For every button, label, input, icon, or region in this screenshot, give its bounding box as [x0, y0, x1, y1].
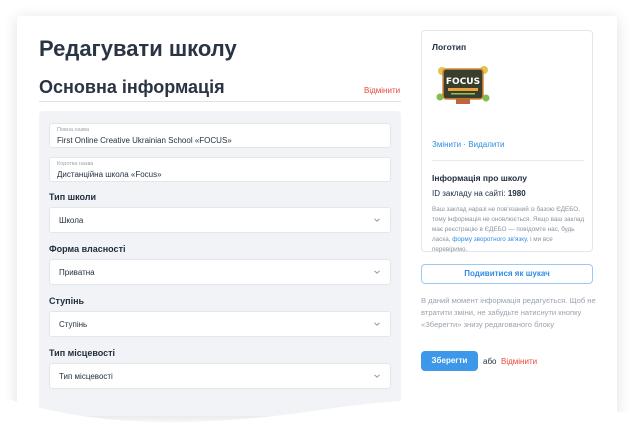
- change-logo-link[interactable]: Змінити: [432, 140, 461, 149]
- preview-as-searcher-button[interactable]: Подивитися як шукач: [421, 264, 593, 284]
- page-title: Редагувати школу: [39, 36, 237, 61]
- short-name-field[interactable]: Коротка назва Дистанційна школа «Focus»: [49, 157, 391, 182]
- level-value: Ступінь: [59, 320, 88, 329]
- edebo-note: Ваш заклад наразі не пов'язаний із базою…: [432, 205, 588, 255]
- chevron-down-icon: [374, 322, 380, 326]
- site-id: ID закладу на сайті: 1980: [432, 189, 526, 198]
- level-label: Ступінь: [49, 296, 85, 306]
- school-logo: FOCUS: [436, 66, 490, 104]
- short-name-label: Коротка назва: [57, 161, 94, 167]
- school-type-select[interactable]: Школа: [49, 207, 391, 233]
- level-select[interactable]: Ступінь: [49, 311, 391, 337]
- chevron-down-icon: [374, 218, 380, 222]
- ownership-select[interactable]: Приватна: [49, 259, 391, 285]
- school-type-value: Школа: [59, 216, 84, 225]
- feedback-form-link[interactable]: форму зворотного зв'язку: [452, 236, 526, 243]
- school-type-label: Тип школи: [49, 192, 97, 202]
- logo-actions: Змінити · Видалити: [432, 140, 504, 149]
- chevron-down-icon: [374, 374, 380, 378]
- bottom-wave-decoration: [0, 396, 644, 444]
- section-divider: [39, 101, 401, 102]
- locality-value: Тип місцевості: [59, 372, 113, 381]
- ownership-value: Приватна: [59, 268, 95, 277]
- sidebar-divider: [432, 160, 584, 161]
- save-button[interactable]: Зберегти: [421, 351, 478, 371]
- editing-notice: В даний момент інформація редагується. Щ…: [421, 296, 596, 329]
- cancel-link-bottom[interactable]: Відмінити: [501, 357, 537, 366]
- logo-heading: Логотип: [432, 42, 467, 52]
- logo-text: FOCUS: [446, 77, 480, 87]
- info-heading: Інформація про школу: [432, 173, 528, 183]
- main-info-form: Повна назва First Online Creative Ukrain…: [39, 111, 401, 416]
- full-name-value: First Online Creative Ukrainian School «…: [57, 136, 232, 145]
- delete-logo-link[interactable]: Видалити: [468, 140, 504, 149]
- full-name-field[interactable]: Повна назва First Online Creative Ukrain…: [49, 123, 391, 148]
- or-label: або: [483, 357, 497, 366]
- cancel-link-top[interactable]: Відмінити: [364, 86, 400, 95]
- section-title: Основна інформація: [39, 77, 225, 97]
- chevron-down-icon: [374, 270, 380, 274]
- site-id-label: ID закладу на сайті:: [432, 189, 506, 198]
- locality-label: Тип місцевості: [49, 348, 116, 358]
- ownership-label: Форма власності: [49, 244, 126, 254]
- school-sidebar: Логотип FOCUS Змінити · Видалити Інформа…: [421, 30, 593, 255]
- edit-school-card: Редагувати школу Основна інформація Відм…: [17, 16, 617, 416]
- link-separator: ·: [463, 140, 467, 149]
- site-id-value: 1980: [507, 189, 526, 198]
- full-name-label: Повна назва: [57, 127, 90, 133]
- short-name-value: Дистанційна школа «Focus»: [57, 170, 162, 179]
